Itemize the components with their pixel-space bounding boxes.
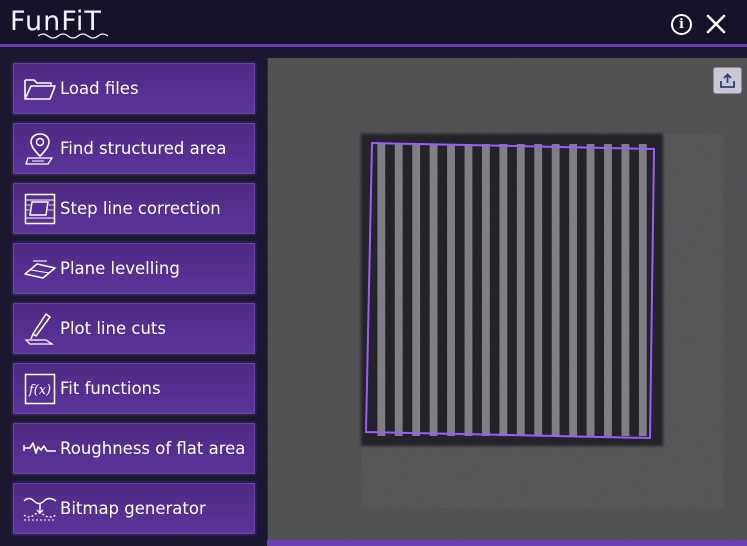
function-icon: f(x) bbox=[22, 371, 58, 407]
fit-functions-button[interactable]: f(x) Fit functions bbox=[11, 361, 257, 416]
step-line-correction-label: Step line correction bbox=[60, 199, 221, 218]
map-pin-icon bbox=[22, 131, 58, 167]
roughness-label: Roughness of flat area bbox=[60, 439, 246, 458]
info-icon: i bbox=[679, 17, 684, 32]
plot-line-cuts-button[interactable]: Plot line cuts bbox=[11, 301, 257, 356]
sidebar: Load files Find structured area Step lin… bbox=[0, 50, 264, 546]
plane-levelling-button[interactable]: Plane levelling bbox=[11, 241, 257, 296]
step-line-correction-button[interactable]: Step line correction bbox=[11, 181, 257, 236]
roughness-button[interactable]: Roughness of flat area bbox=[11, 421, 257, 476]
plane-icon bbox=[22, 251, 58, 287]
title-bar: FunFiT i bbox=[0, 0, 747, 47]
logo-wave-icon bbox=[38, 33, 108, 39]
bitmap-icon bbox=[22, 491, 58, 527]
load-files-button[interactable]: Load files bbox=[11, 61, 257, 116]
info-button[interactable]: i bbox=[671, 14, 692, 35]
find-structured-area-label: Find structured area bbox=[60, 139, 227, 158]
knife-cut-icon bbox=[22, 311, 58, 347]
close-icon[interactable] bbox=[705, 13, 727, 35]
folder-icon bbox=[22, 71, 58, 107]
find-structured-area-button[interactable]: Find structured area bbox=[11, 121, 257, 176]
bitmap-generator-button[interactable]: Bitmap generator bbox=[11, 481, 257, 536]
step-correction-icon bbox=[22, 191, 58, 227]
plane-levelling-label: Plane levelling bbox=[60, 259, 180, 278]
load-files-label: Load files bbox=[60, 79, 139, 98]
roughness-icon bbox=[22, 431, 58, 467]
image-viewer[interactable] bbox=[267, 58, 747, 540]
status-bar bbox=[267, 540, 747, 546]
fit-functions-label: Fit functions bbox=[60, 379, 161, 398]
microscope-image bbox=[268, 58, 747, 540]
export-icon bbox=[720, 72, 735, 88]
bitmap-generator-label: Bitmap generator bbox=[60, 499, 206, 518]
plot-line-cuts-label: Plot line cuts bbox=[60, 319, 166, 338]
export-button[interactable] bbox=[713, 67, 742, 94]
svg-text:f(x): f(x) bbox=[28, 383, 51, 398]
